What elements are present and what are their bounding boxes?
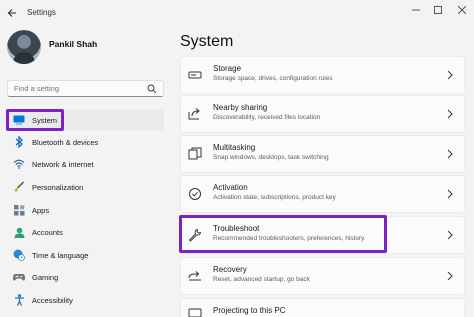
sidebar-item-label: System	[32, 115, 58, 125]
user-profile[interactable]: Pankil Shah	[7, 30, 97, 64]
activation-card[interactable]: Activation Activation state, subscriptio…	[180, 175, 465, 213]
sidebar-item-network[interactable]: Network & internet	[7, 154, 164, 174]
sidebar-item-label: Network & internet	[32, 159, 94, 169]
chevron-right-icon	[447, 230, 453, 240]
sidebar-item-gaming[interactable]: Gaming	[7, 267, 164, 287]
sidebar-item-label: Accounts	[32, 227, 63, 237]
card-title: Storage	[213, 64, 242, 73]
sidebar-item-accounts[interactable]: Accounts	[7, 222, 164, 242]
card-title: Multitasking	[213, 143, 256, 152]
check-circle-icon	[189, 188, 201, 200]
sidebar-item-label: Personalization	[32, 182, 84, 192]
chevron-right-icon	[447, 109, 453, 119]
card-title: Projecting to this PC	[213, 306, 286, 315]
user-name: Pankil Shah	[49, 39, 98, 49]
avatar	[7, 30, 41, 64]
sidebar-item-time-language[interactable]: Time & language	[7, 245, 164, 265]
card-subtitle: Activation state, subscriptions, product…	[213, 194, 336, 201]
sidebar-item-label: Apps	[32, 205, 50, 215]
bluetooth-icon	[13, 136, 25, 148]
sidebar-item-bluetooth[interactable]: Bluetooth & devices	[7, 132, 164, 152]
card-title: Activation	[213, 183, 248, 192]
search-box[interactable]	[7, 80, 164, 97]
card-subtitle: Storage space, drives, configuration rul…	[213, 75, 333, 82]
card-subtitle: Snap windows, desktops, task switching	[213, 154, 329, 161]
sidebar-item-accessibility[interactable]: Accessibility	[7, 290, 164, 310]
sidebar-item-apps[interactable]: Apps	[7, 200, 164, 220]
storage-card[interactable]: Storage Storage space, drives, configura…	[180, 56, 465, 94]
card-subtitle: Recommended troubleshooters, preferences…	[213, 235, 365, 242]
nearby-sharing-card[interactable]: Nearby sharing Discoverability, received…	[180, 95, 465, 133]
share-icon	[188, 108, 200, 120]
accessibility-icon	[13, 294, 25, 306]
troubleshoot-card[interactable]: Troubleshoot Recommended troubleshooters…	[180, 216, 465, 254]
search-icon[interactable]	[147, 84, 157, 94]
card-subtitle: Reset, advanced startup, go back	[213, 276, 310, 283]
sidebar-item-personalization[interactable]: Personalization	[7, 177, 164, 197]
gamepad-icon	[13, 271, 25, 283]
title-bar: Settings	[0, 0, 474, 28]
page-title: System	[180, 33, 234, 50]
card-title: Recovery	[213, 265, 247, 274]
card-title: Nearby sharing	[213, 103, 268, 112]
laptop-icon	[13, 114, 25, 126]
sidebar-item-system[interactable]: System	[7, 110, 164, 130]
globe-clock-icon	[13, 249, 25, 261]
multitasking-icon	[188, 147, 202, 160]
chevron-right-icon	[447, 149, 453, 159]
search-input[interactable]	[8, 84, 146, 93]
wifi-icon	[13, 158, 25, 170]
person-icon	[13, 226, 25, 238]
apps-icon	[13, 204, 25, 216]
back-arrow-icon[interactable]	[3, 4, 21, 22]
brush-icon	[13, 181, 25, 193]
sidebar-item-label: Bluetooth & devices	[32, 137, 99, 147]
storage-icon	[188, 71, 202, 79]
card-subtitle: Discoverability, received files location	[213, 114, 321, 121]
card-title: Troubleshoot	[213, 224, 260, 233]
chevron-right-icon	[447, 189, 453, 199]
sidebar-item-label: Gaming	[32, 272, 59, 282]
projecting-card[interactable]: Projecting to this PC	[180, 298, 465, 317]
window-title: Settings	[27, 8, 56, 17]
chevron-right-icon	[447, 271, 453, 281]
recovery-icon	[188, 271, 201, 281]
multitasking-card[interactable]: Multitasking Snap windows, desktops, tas…	[180, 135, 465, 173]
wrench-icon	[188, 228, 202, 242]
close-icon[interactable]	[455, 3, 469, 17]
maximize-icon[interactable]	[431, 3, 445, 17]
projector-icon	[188, 308, 202, 317]
sidebar-item-label: Accessibility	[32, 295, 73, 305]
chevron-right-icon	[447, 70, 453, 80]
recovery-card[interactable]: Recovery Reset, advanced startup, go bac…	[180, 257, 465, 295]
minimize-icon[interactable]	[409, 3, 423, 17]
sidebar-item-label: Time & language	[32, 250, 89, 260]
